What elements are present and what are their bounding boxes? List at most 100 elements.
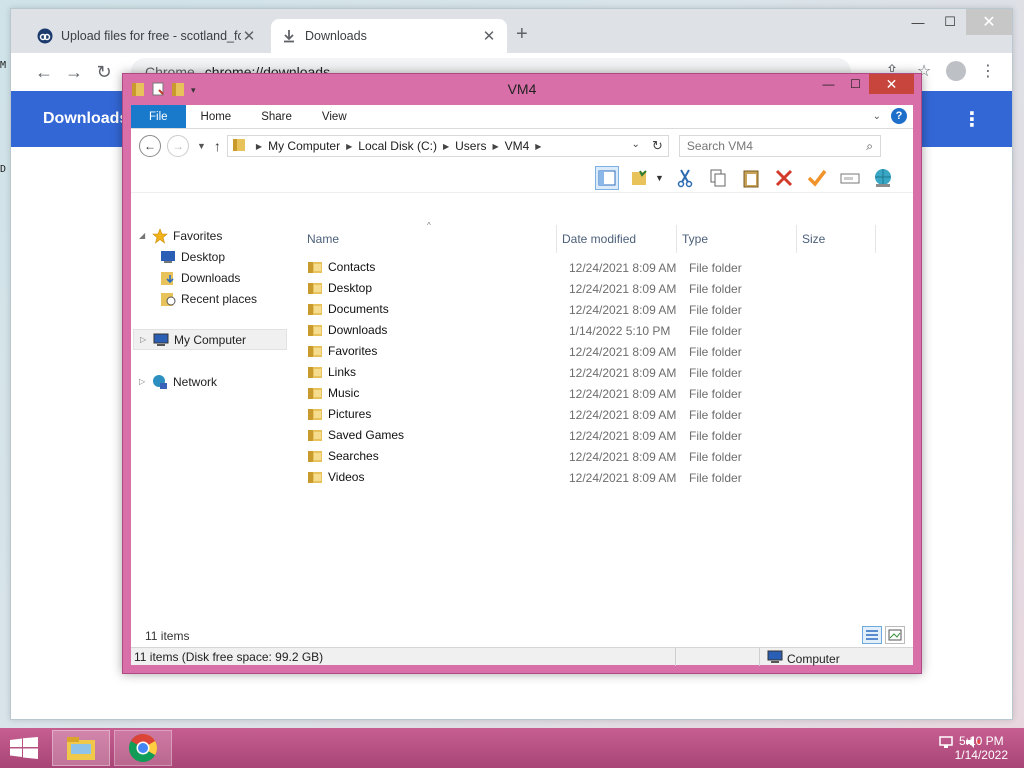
breadcrumb-vm4[interactable]: VM4 [505, 139, 530, 153]
file-date: 12/24/2021 8:09 AM [569, 303, 677, 317]
chrome-menu-icon[interactable]: ⋮ [978, 61, 998, 86]
details-view-icon[interactable] [862, 626, 882, 644]
table-row[interactable]: Favorites 12/24/2021 8:09 AM File folder [301, 341, 901, 362]
paste-icon[interactable] [739, 166, 763, 190]
large-icons-view-icon[interactable] [885, 626, 905, 644]
back-arrow-icon[interactable]: ← [29, 62, 59, 83]
rename-icon[interactable] [838, 166, 862, 190]
file-name: Searches [328, 449, 379, 463]
table-row[interactable]: Documents 12/24/2021 8:09 AM File folder [301, 299, 901, 320]
nav-network[interactable]: ▷ Network [139, 371, 217, 392]
column-size[interactable]: Size [802, 225, 876, 253]
expand-arrow-icon[interactable]: ▷ [139, 377, 151, 386]
collapse-arrow-icon[interactable]: ◢ [139, 231, 151, 240]
file-date: 12/24/2021 8:09 AM [569, 387, 677, 401]
breadcrumb-separator-icon[interactable]: ▶ [535, 142, 541, 151]
preview-pane-icon[interactable] [595, 166, 619, 190]
table-row[interactable]: Searches 12/24/2021 8:09 AM File folder [301, 446, 901, 467]
delete-icon[interactable] [772, 166, 796, 190]
start-button[interactable] [10, 737, 38, 759]
taskbar: 5:10 PM 1/14/2022 [0, 728, 1024, 768]
search-icon[interactable]: ⌕ [866, 139, 873, 154]
chevron-down-icon[interactable]: ▼ [655, 173, 664, 183]
site-favicon-icon [37, 28, 53, 44]
computer-icon [152, 332, 170, 348]
help-icon[interactable]: ? [891, 108, 907, 124]
minimize-button[interactable]: — [815, 74, 842, 94]
table-row[interactable]: Desktop 12/24/2021 8:09 AM File folder [301, 278, 901, 299]
close-button[interactable]: ✕ [869, 74, 914, 94]
breadcrumb-users[interactable]: Users [455, 139, 486, 153]
column-type[interactable]: Type [682, 225, 796, 253]
desktop-glyph: M [0, 60, 7, 71]
nav-downloads[interactable]: Downloads [159, 267, 240, 288]
copy-icon[interactable] [706, 166, 730, 190]
properties-icon[interactable] [151, 81, 165, 100]
taskbar-file-explorer[interactable] [52, 730, 110, 766]
taskbar-chrome[interactable] [114, 730, 172, 766]
folder-icon [307, 260, 323, 274]
checkmark-icon[interactable] [805, 166, 829, 190]
nav-favorites[interactable]: ◢ Favorites [139, 225, 222, 246]
cut-icon[interactable] [673, 166, 697, 190]
downloads-folder-icon [159, 270, 177, 286]
table-row[interactable]: Music 12/24/2021 8:09 AM File folder [301, 383, 901, 404]
folder-icon[interactable] [131, 81, 145, 100]
more-menu-icon[interactable]: ⋮ [962, 107, 982, 132]
column-date[interactable]: Date modified [562, 225, 676, 253]
breadcrumb-separator-icon[interactable]: ▶ [346, 142, 352, 151]
folder-icon [307, 302, 323, 316]
tab-home[interactable]: Home [186, 105, 247, 128]
file-name: Saved Games [328, 428, 405, 442]
folder-options-icon[interactable] [628, 166, 652, 190]
chevron-down-icon[interactable]: ▾ [191, 85, 196, 96]
table-row[interactable]: Videos 12/24/2021 8:09 AM File folder [301, 467, 901, 488]
close-button[interactable]: ✕ [966, 9, 1012, 35]
tab-share[interactable]: Share [246, 105, 307, 128]
breadcrumb-separator-icon[interactable]: ▶ [256, 142, 262, 151]
maximize-button[interactable]: ☐ [934, 9, 966, 35]
table-row[interactable]: Pictures 12/24/2021 8:09 AM File folder [301, 404, 901, 425]
nav-my-computer[interactable]: ▷ My Computer [133, 329, 287, 350]
back-arrow-icon[interactable]: ← [139, 135, 161, 157]
tab-file[interactable]: File [131, 105, 186, 128]
refresh-icon[interactable]: ↻ [652, 138, 663, 154]
recent-locations-icon[interactable]: ▼ [197, 141, 206, 151]
maximize-button[interactable]: ☐ [842, 74, 869, 94]
close-icon[interactable]: ✕ [481, 27, 497, 45]
explorer-titlebar[interactable]: ▾ VM4 — ☐ ✕ [123, 74, 921, 104]
breadcrumb-local-disk[interactable]: Local Disk (C:) [358, 139, 437, 153]
network-tray-icon[interactable] [938, 734, 954, 753]
expand-arrow-icon[interactable]: ▷ [140, 335, 152, 344]
table-row[interactable]: Saved Games 12/24/2021 8:09 AM File folder [301, 425, 901, 446]
breadcrumb-separator-icon[interactable]: ▶ [443, 142, 449, 151]
table-row[interactable]: Contacts 12/24/2021 8:09 AM File folder [301, 257, 901, 278]
expand-ribbon-icon[interactable]: ⌄ [873, 111, 881, 122]
file-type: File folder [689, 387, 742, 401]
forward-arrow-icon[interactable]: → [59, 62, 89, 83]
taskbar-clock[interactable]: 5:10 PM 1/14/2022 [955, 734, 1008, 762]
nav-recent-places[interactable]: Recent places [159, 288, 257, 309]
search-input[interactable]: Search VM4 ⌕ [678, 135, 881, 157]
up-arrow-icon[interactable]: ↑ [214, 138, 221, 154]
reload-icon[interactable]: ↻ [89, 62, 119, 83]
network-globe-icon[interactable] [871, 166, 895, 190]
breadcrumb[interactable]: ▶ My Computer ▶ Local Disk (C:) ▶ Users ▶ VM… [226, 135, 669, 157]
forward-arrow-icon[interactable]: → [167, 135, 189, 157]
column-name[interactable]: Name ^ [307, 221, 561, 253]
breadcrumb-separator-icon[interactable]: ▶ [492, 142, 498, 151]
nav-desktop[interactable]: Desktop [159, 246, 225, 267]
avatar[interactable] [946, 61, 966, 86]
table-row[interactable]: Links 12/24/2021 8:09 AM File folder [301, 362, 901, 383]
tab-downloads[interactable]: Downloads ✕ [271, 19, 507, 53]
close-icon[interactable]: ✕ [241, 27, 257, 45]
new-folder-icon[interactable] [171, 81, 185, 100]
chevron-down-icon[interactable]: ⌄ [632, 139, 640, 150]
tab-view[interactable]: View [307, 105, 362, 128]
minimize-button[interactable]: — [902, 9, 934, 35]
folder-icon [307, 470, 323, 484]
breadcrumb-my-computer[interactable]: My Computer [268, 139, 340, 153]
tab-upload-files[interactable]: Upload files for free - scotland_fo ✕ [27, 19, 267, 53]
new-tab-button[interactable]: + [516, 23, 528, 46]
table-row[interactable]: Downloads 1/14/2022 5:10 PM File folder [301, 320, 901, 341]
